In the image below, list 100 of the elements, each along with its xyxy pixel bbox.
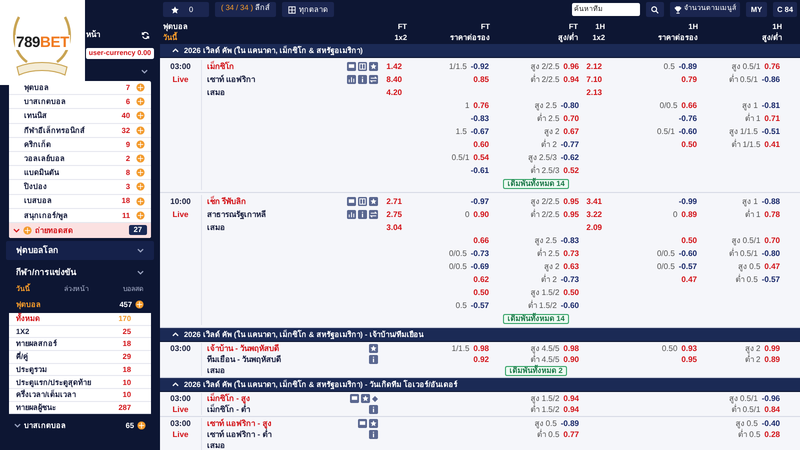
odds-value[interactable]: -0.73	[560, 273, 579, 286]
odds-value[interactable]: -0.99	[678, 195, 697, 208]
screen-icon[interactable]	[347, 62, 356, 71]
screen-icon[interactable]	[358, 419, 367, 428]
odds-value[interactable]: -0.80	[762, 247, 780, 260]
odds-value[interactable]: -0.60	[678, 125, 697, 138]
star-icon[interactable]	[369, 344, 378, 353]
odds-value[interactable]: 2.75	[386, 208, 402, 221]
star-icon[interactable]	[361, 394, 370, 403]
odds-value[interactable]: -0.77	[560, 138, 579, 151]
odds-value[interactable]: 0.71	[764, 112, 780, 125]
odds-value[interactable]: -0.51	[762, 125, 780, 138]
search-button[interactable]	[646, 2, 664, 17]
odds-value[interactable]: 0.90	[563, 354, 579, 365]
scoreboard-icon[interactable]	[358, 197, 367, 206]
odds-value[interactable]: -0.92	[470, 60, 489, 73]
odds-value[interactable]: -0.62	[560, 151, 579, 164]
odds-value[interactable]: 0.28	[764, 429, 780, 440]
odds-value[interactable]: 2.13	[586, 86, 602, 99]
odds-value[interactable]: -0.57	[762, 273, 780, 286]
swap-icon[interactable]	[369, 210, 378, 219]
screen-icon[interactable]	[350, 394, 359, 403]
odds-value[interactable]: 0.70	[563, 112, 579, 125]
odds-value[interactable]: -0.80	[560, 99, 579, 112]
odds-value[interactable]: 0.41	[764, 138, 780, 151]
odds-value[interactable]: 3.22	[586, 208, 602, 221]
odds-value[interactable]: -0.83	[560, 234, 579, 247]
odds-value[interactable]: 0.73	[563, 247, 579, 260]
odds-value[interactable]: 0.92	[473, 354, 489, 365]
odds-value[interactable]: 0.47	[681, 273, 697, 286]
odds-value[interactable]: 0.89	[681, 208, 697, 221]
odds-value[interactable]: 0.50	[681, 234, 697, 247]
odds-value[interactable]: 0.47	[764, 260, 780, 273]
odds-value[interactable]: 7.10	[586, 73, 602, 86]
odds-value[interactable]: 0.50	[473, 286, 489, 299]
odds-value[interactable]: 2.09	[586, 221, 602, 234]
odds-value[interactable]: 0.95	[563, 208, 579, 221]
odds-value[interactable]: -0.57	[470, 299, 489, 312]
odds-value[interactable]: -0.67	[470, 125, 489, 138]
odds-value[interactable]: 0.90	[473, 208, 489, 221]
odds-value[interactable]: 0.60	[473, 138, 489, 151]
odds-value[interactable]: 0.76	[764, 60, 780, 73]
odds-value[interactable]: 0.63	[563, 260, 579, 273]
info-icon[interactable]	[369, 405, 378, 414]
swap-icon[interactable]	[369, 75, 378, 84]
info-icon[interactable]	[369, 355, 378, 364]
odds-value[interactable]: -0.60	[678, 247, 697, 260]
odds-value[interactable]: -0.89	[560, 418, 579, 429]
odds-value[interactable]: 0.66	[473, 234, 489, 247]
info-icon[interactable]	[358, 75, 367, 84]
odds-value[interactable]: -0.97	[470, 195, 489, 208]
odds-value[interactable]: -0.60	[560, 299, 579, 312]
odds-value[interactable]: 0.62	[473, 273, 489, 286]
odds-value[interactable]: 0.78	[764, 208, 780, 221]
odds-value[interactable]: 0.99	[764, 343, 780, 354]
odds-value[interactable]: 0.85	[473, 73, 489, 86]
refresh-icon[interactable]	[141, 30, 150, 40]
star-icon[interactable]	[369, 419, 378, 428]
odds-value[interactable]: 0.70	[764, 234, 780, 247]
odds-value[interactable]: -0.81	[762, 99, 780, 112]
section-header[interactable]: กีฬา/การแข่งขัน	[6, 262, 154, 282]
logo[interactable]: 789BET	[0, 0, 85, 85]
odds-value[interactable]: 2.71	[386, 195, 402, 208]
odds-value[interactable]: -0.57	[678, 260, 697, 273]
star-icon[interactable]	[369, 197, 378, 206]
chart-icon[interactable]	[347, 75, 356, 84]
odds-value[interactable]: -0.69	[470, 260, 489, 273]
odds-value[interactable]: 3.04	[386, 221, 402, 234]
odds-value[interactable]: 0.95	[681, 354, 697, 365]
odds-value[interactable]: 0.98	[563, 343, 579, 354]
odds-value[interactable]: -0.73	[470, 247, 489, 260]
odds-value[interactable]: 0.93	[681, 343, 697, 354]
info-icon[interactable]	[369, 430, 378, 439]
odds-value[interactable]: -0.89	[678, 60, 697, 73]
odds-value[interactable]: -0.61	[470, 164, 489, 177]
odds-value[interactable]: 0.50	[681, 138, 697, 151]
screen-icon[interactable]	[347, 197, 356, 206]
odds-value[interactable]: 0.67	[563, 125, 579, 138]
odds-value[interactable]: -0.76	[678, 112, 697, 125]
odds-value[interactable]: 0.54	[473, 151, 489, 164]
odds-value[interactable]: 0.76	[473, 99, 489, 112]
odds-value[interactable]: 0.77	[563, 429, 579, 440]
info-icon[interactable]	[358, 210, 367, 219]
scoreboard-icon[interactable]	[358, 62, 367, 71]
odds-value[interactable]: -0.96	[762, 393, 780, 404]
odds-value[interactable]: 0.94	[563, 73, 579, 86]
odds-value[interactable]: 8.40	[386, 73, 402, 86]
odds-value[interactable]: 0.79	[681, 73, 697, 86]
odds-value[interactable]: 0.84	[764, 404, 780, 415]
odds-value[interactable]: 0.98	[473, 343, 489, 354]
odds-value[interactable]: 3.41	[586, 195, 602, 208]
odds-value[interactable]: 0.89	[764, 354, 780, 365]
odds-value[interactable]: 0.50	[563, 286, 579, 299]
chart-icon[interactable]	[347, 210, 356, 219]
odds-value[interactable]: 2.12	[586, 60, 602, 73]
section-header[interactable]: ฟุตบอลโลก	[6, 240, 154, 260]
odds-value[interactable]: 0.96	[563, 60, 579, 73]
odds-value[interactable]: 1.42	[386, 60, 402, 73]
odds-value[interactable]: -0.88	[762, 195, 780, 208]
odds-value[interactable]: 4.20	[386, 86, 402, 99]
